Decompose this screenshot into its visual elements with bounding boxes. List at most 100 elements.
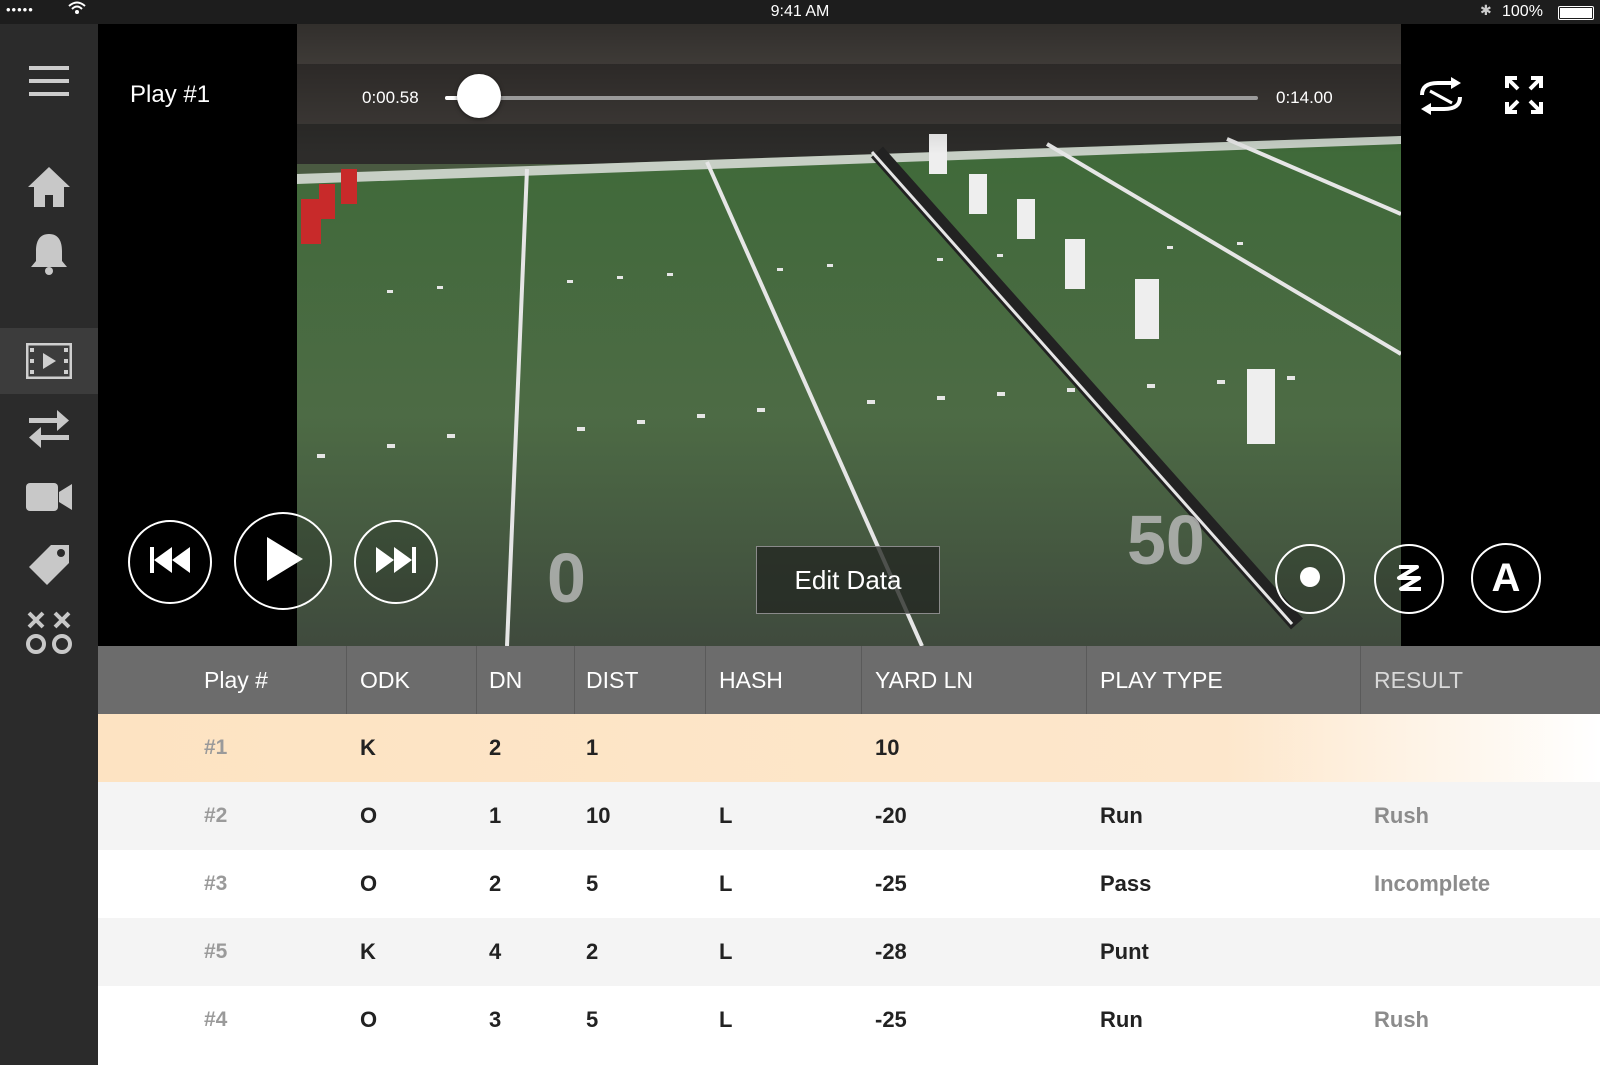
loop-button[interactable] [1416, 77, 1466, 120]
play-title: Play #1 [130, 81, 211, 108]
cell-yard-line: -20 [875, 803, 907, 828]
table-header: Play # ODK DN DIST HASH YARD LN PLAY TYP… [98, 646, 1600, 714]
cell-play-type: Run [1100, 1007, 1143, 1032]
header-odk[interactable]: ODK [360, 646, 410, 714]
fullscreen-button[interactable] [1505, 76, 1543, 119]
cell-play-type: Pass [1100, 871, 1152, 896]
cell-dist: 5 [586, 1007, 599, 1032]
cell-yard-line: -25 [875, 1007, 907, 1032]
loop-icon [1416, 77, 1466, 119]
column-divider [574, 646, 575, 714]
menu-icon [29, 64, 69, 98]
cell-yard-line: -25 [875, 871, 907, 896]
cell-dist: 2 [586, 939, 599, 964]
battery-icon [1558, 6, 1594, 20]
sidebar-item-notifications[interactable] [0, 220, 98, 286]
cell-play-number: #5 [204, 940, 228, 963]
column-divider [861, 646, 862, 714]
cell-dn: 4 [489, 939, 502, 964]
squiggle-icon [1391, 559, 1427, 600]
cell-odk: K [360, 939, 376, 964]
video-player[interactable]: 0 50 Play #1 0:00.58 0:14.00 Edit Data A [98, 24, 1600, 646]
record-dot-icon [1298, 565, 1322, 594]
cell-hash: L [719, 871, 733, 896]
fullscreen-icon [1505, 76, 1543, 118]
sidebar-item-playbook[interactable] [0, 600, 98, 666]
table-row[interactable]: #4 O 3 5 L -25 Run Rush [98, 986, 1600, 1054]
cell-dist: 5 [586, 871, 599, 896]
cell-dn: 1 [489, 803, 502, 828]
cell-dist: 10 [586, 803, 611, 828]
cell-yard-line: 10 [875, 735, 900, 760]
cell-dn: 3 [489, 1007, 502, 1032]
header-play-type[interactable]: PLAY TYPE [1100, 646, 1223, 714]
text-tool-button[interactable]: A [1471, 543, 1541, 613]
cell-odk: O [360, 1007, 378, 1032]
next-button[interactable] [354, 520, 438, 604]
cell-play-number: #1 [204, 736, 228, 759]
cell-odk: O [360, 803, 378, 828]
header-play-number[interactable]: Play # [204, 646, 268, 714]
table-row-selected[interactable]: #1 K 2 1 10 [98, 714, 1600, 782]
scrubber-track[interactable] [445, 96, 1258, 100]
cell-yard-line: -28 [875, 939, 907, 964]
cell-play-type: Run [1100, 803, 1143, 828]
status-bar: ••••• 9:41 AM ✱ 100% [0, 0, 1600, 24]
record-button[interactable] [1275, 544, 1345, 614]
cell-hash: L [719, 1007, 733, 1032]
cell-result: Incomplete [1374, 871, 1491, 896]
table-row[interactable]: #2 O 1 10 L -20 Run Rush [98, 782, 1600, 850]
tag-icon [27, 543, 71, 587]
current-time: 0:00.58 [362, 88, 419, 107]
previous-button[interactable] [128, 520, 212, 604]
bluetooth-icon: ✱ [1480, 2, 1492, 18]
header-hash[interactable]: HASH [719, 646, 783, 714]
table-row[interactable]: #5 K 4 2 L -28 Punt [98, 918, 1600, 986]
sidebar [0, 24, 98, 1065]
column-divider [346, 646, 347, 714]
skip-back-icon [148, 545, 192, 580]
cell-result: Rush [1374, 803, 1429, 828]
text-tool-label: A [1491, 555, 1521, 600]
draw-button[interactable] [1374, 544, 1444, 614]
column-divider [705, 646, 706, 714]
sidebar-item-film[interactable] [0, 328, 98, 394]
table-row[interactable]: #3 O 2 5 L -25 Pass Incomplete [98, 850, 1600, 918]
plays-table: Play # ODK DN DIST HASH YARD LN PLAY TYP… [98, 646, 1600, 1065]
sidebar-item-home[interactable] [0, 154, 98, 220]
cell-dn: 2 [489, 871, 502, 896]
column-divider [1086, 646, 1087, 714]
film-icon [26, 343, 72, 379]
xo-playbook-icon [25, 610, 73, 656]
column-divider [476, 646, 477, 714]
header-dn[interactable]: DN [489, 646, 522, 714]
header-result[interactable]: RESULT [1374, 646, 1463, 714]
duration: 0:14.00 [1276, 88, 1333, 107]
sidebar-menu-button[interactable] [0, 48, 98, 114]
cell-dn: 2 [489, 735, 502, 760]
sidebar-item-tags[interactable] [0, 532, 98, 598]
cell-odk: O [360, 871, 378, 896]
cell-result: Rush [1374, 1007, 1429, 1032]
scrubber-thumb[interactable] [457, 74, 502, 118]
svg-text:0: 0 [547, 539, 586, 617]
edit-data-button[interactable]: Edit Data [756, 546, 940, 614]
cell-play-number: #3 [204, 872, 228, 895]
cell-dist: 1 [586, 735, 599, 760]
cell-play-type: Punt [1100, 939, 1149, 964]
column-divider [1360, 646, 1361, 714]
swap-arrows-icon [27, 408, 71, 450]
header-dist[interactable]: DIST [586, 646, 638, 714]
sidebar-item-video[interactable] [0, 464, 98, 530]
header-yard-line[interactable]: YARD LN [875, 646, 973, 714]
home-icon [26, 165, 72, 209]
cell-play-number: #4 [204, 1008, 228, 1031]
battery-percent: 100% [1502, 3, 1543, 20]
video-camera-icon [25, 481, 73, 513]
svg-text:50: 50 [1127, 501, 1205, 579]
bell-icon [28, 231, 70, 275]
cell-odk: K [360, 735, 376, 760]
play-button[interactable] [234, 512, 332, 610]
sidebar-item-exchange[interactable] [0, 396, 98, 462]
cell-hash: L [719, 803, 733, 828]
